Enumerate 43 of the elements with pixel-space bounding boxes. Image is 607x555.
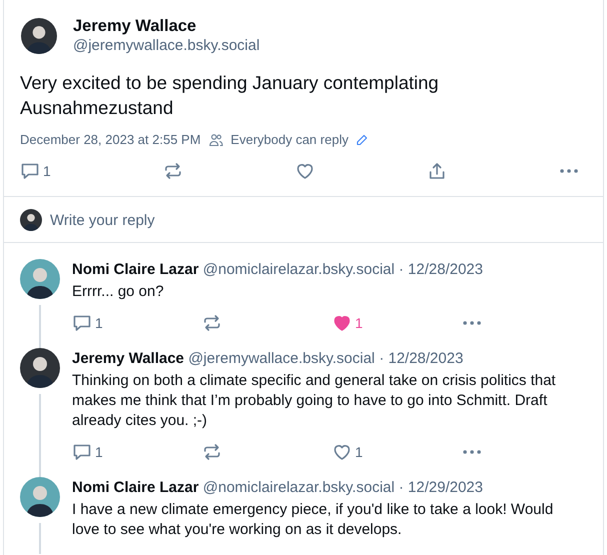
more-icon[interactable] [462,320,482,326]
pencil-icon[interactable] [356,134,368,146]
reply-count: 1 [43,163,51,179]
repost-icon[interactable] [162,161,183,181]
repost-icon[interactable] [202,442,222,462]
comment-icon[interactable] [72,442,92,462]
author-name[interactable]: Nomi Claire Lazar [72,479,199,496]
people-icon [208,132,223,146]
reply-count: 1 [95,444,103,460]
author-name[interactable]: Nomi Claire Lazar [72,261,199,278]
author-name[interactable]: Jeremy Wallace [73,16,260,36]
more-icon[interactable] [462,449,482,455]
avatar-icon[interactable] [20,477,60,517]
author-handle[interactable]: @jeremywallace.bsky.social [188,350,375,367]
reply-count: 1 [95,315,103,331]
author-name[interactable]: Jeremy Wallace [72,350,184,367]
avatar-icon[interactable] [21,18,57,54]
avatar-icon[interactable] [20,259,60,299]
reply-setting[interactable]: Everybody can reply [230,132,348,147]
repost-icon[interactable] [202,313,222,333]
like-count: 1 [355,444,363,460]
reply-text: Errrr... go on? [72,282,165,302]
post-date[interactable]: · 12/28/2023 [398,261,483,278]
reply-field[interactable]: Write your reply [50,212,155,228]
author-handle[interactable]: @nomiclairelazar.bsky.social [202,479,395,496]
post-timestamp[interactable]: December 28, 2023 at 2:55 PM [20,132,201,147]
reply-text: Thinking on both a climate specific and general take on crisis politics that makes me think that I’m probably going to have to go into Schmitt. Draft already cites you. ;-) [72,371,557,431]
avatar-icon[interactable] [20,348,60,388]
author-handle[interactable]: @nomiclairelazar.bsky.social [202,261,395,278]
share-icon[interactable] [426,161,447,181]
heart-icon[interactable] [294,161,315,181]
post-date[interactable]: · 12/28/2023 [379,350,464,367]
more-icon[interactable] [558,168,579,174]
post-text: Very excited to be spending January contemplating Ausnahmezustand [20,71,440,120]
comment-icon[interactable] [20,161,40,181]
heart-icon[interactable] [332,442,352,462]
heart-icon[interactable] [332,313,352,333]
like-count: 1 [355,315,363,331]
author-handle[interactable]: @jeremywallace.bsky.social [73,36,260,56]
reply-text: I have a new climate emergency piece, if you'd like to take a look! Would love to see what you're working on as it develops. [72,500,554,540]
comment-icon[interactable] [72,313,92,333]
avatar-icon[interactable] [20,209,42,231]
post-date[interactable]: · 12/29/2023 [398,479,483,496]
